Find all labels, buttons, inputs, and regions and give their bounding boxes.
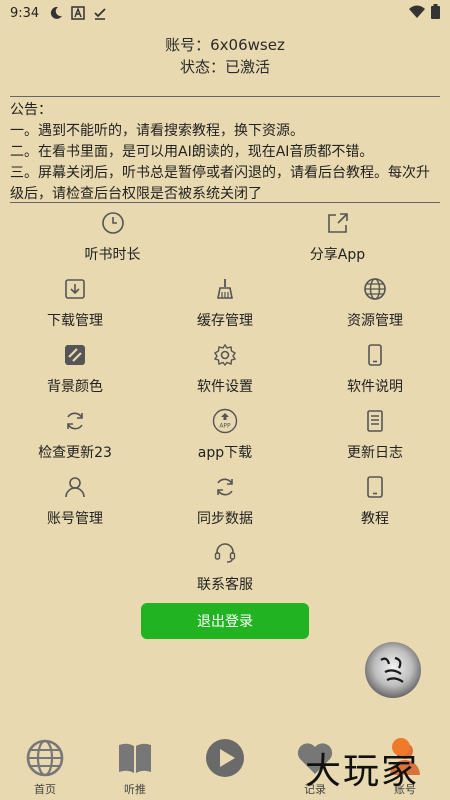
cache-manage-button[interactable]: 缓存管理	[150, 276, 300, 330]
status-time: 9:34	[10, 5, 40, 21]
contact-support-button[interactable]: 联系客服	[150, 540, 300, 594]
account-manage-label: 账号管理	[46, 511, 103, 527]
user-icon	[62, 474, 88, 500]
notice-line: 三。屏幕关闭后，听书总是暂停或者闪退的，请看后台教程。每次升级后，请检查后台权限…	[10, 165, 430, 202]
changelog-label: 更新日志	[346, 445, 403, 461]
tutorial-label: 教程	[360, 511, 389, 527]
floating-avatar[interactable]	[365, 642, 421, 698]
changelog-button[interactable]: 更新日志	[300, 408, 450, 462]
account-manage-button[interactable]: 账号管理	[0, 474, 150, 528]
download-manage-button[interactable]: 下载管理	[0, 276, 150, 330]
logout-label: 退出登录	[197, 614, 253, 630]
account-info: 账号：6x06wsez 状态：已激活	[0, 34, 450, 78]
app-download-button[interactable]: APP app下载	[150, 408, 300, 462]
broom-icon	[212, 276, 238, 302]
wifi-icon	[409, 5, 425, 22]
grid-row-5: 账号管理 同步数据 教程	[0, 474, 450, 528]
check-icon	[93, 6, 107, 20]
status-bar: 9:34	[0, 0, 450, 26]
a-icon	[71, 6, 85, 20]
sync-icon	[212, 474, 238, 500]
notice-title: 公告：	[10, 102, 52, 118]
gear-icon	[212, 342, 238, 368]
grid-row-4: 检查更新23 APP app下载 更新日志	[0, 408, 450, 462]
listen-time-label: 听书时长	[84, 247, 141, 263]
background-color-button[interactable]: 背景颜色	[0, 342, 150, 396]
share-icon	[325, 210, 351, 236]
check-update-button[interactable]: 检查更新23	[0, 408, 150, 462]
globe-icon	[362, 276, 388, 302]
divider-top	[10, 96, 440, 97]
contact-support-label: 联系客服	[196, 577, 253, 593]
account-status: 状态：已激活	[179, 58, 270, 76]
resource-manage-button[interactable]: 资源管理	[300, 276, 450, 330]
software-settings-button[interactable]: 软件设置	[150, 342, 300, 396]
tab-recommend-label: 听推	[124, 783, 146, 796]
share-app-label: 分享App	[309, 247, 366, 263]
divider-bottom	[10, 202, 440, 203]
download-manage-label: 下载管理	[46, 313, 103, 329]
grid-row-6: 联系客服	[0, 540, 450, 594]
moon-icon	[49, 6, 63, 20]
battery-icon	[431, 3, 440, 23]
clock-icon	[100, 210, 126, 236]
software-manual-button[interactable]: 软件说明	[300, 342, 450, 396]
book-icon	[115, 738, 155, 778]
tab-home[interactable]: 首页	[0, 730, 90, 800]
phone-icon	[362, 342, 388, 368]
sync-data-label: 同步数据	[196, 511, 253, 527]
software-settings-label: 软件设置	[196, 379, 253, 395]
check-update-label: 检查更新23	[38, 445, 112, 461]
app-download-icon: APP	[212, 408, 238, 434]
account-id: 账号：6x06wsez	[165, 36, 285, 54]
watermark-dot	[392, 738, 410, 756]
logout-button[interactable]: 退出登录	[141, 603, 309, 639]
play-icon	[205, 738, 245, 778]
notice: 公告： 一。遇到不能听的，请看搜索教程，换下资源。 二。在看书里面，是可以用AI…	[10, 100, 442, 205]
tab-player[interactable]	[180, 730, 270, 800]
download-icon	[62, 276, 88, 302]
notice-line: 二。在看书里面，是可以用AI朗读的，现在AI音质都不错。	[10, 144, 374, 160]
tablet-icon	[362, 474, 388, 500]
grid-row-1: 听书时长 分享App	[0, 210, 450, 264]
background-color-label: 背景颜色	[46, 379, 103, 395]
software-manual-label: 软件说明	[346, 379, 403, 395]
tab-home-label: 首页	[34, 783, 56, 796]
palette-icon	[62, 342, 88, 368]
app-download-label: app下载	[197, 445, 253, 461]
tab-recommend[interactable]: 听推	[90, 730, 180, 800]
document-icon	[362, 408, 388, 434]
refresh-icon	[62, 408, 88, 434]
cache-manage-label: 缓存管理	[196, 313, 253, 329]
svg-text:APP: APP	[219, 423, 231, 430]
sync-data-button[interactable]: 同步数据	[150, 474, 300, 528]
headset-icon	[212, 540, 238, 566]
listen-time-button[interactable]: 听书时长	[0, 210, 225, 264]
grid-row-2: 下载管理 缓存管理 资源管理	[0, 276, 450, 330]
tutorial-button[interactable]: 教程	[300, 474, 450, 528]
notice-line: 一。遇到不能听的，请看搜索教程，换下资源。	[10, 123, 304, 139]
share-app-button[interactable]: 分享App	[225, 210, 450, 264]
globe-icon	[25, 738, 65, 778]
resource-manage-label: 资源管理	[346, 313, 403, 329]
ink-figure-icon	[380, 656, 404, 683]
grid-row-3: 背景颜色 软件设置 软件说明	[0, 342, 450, 396]
